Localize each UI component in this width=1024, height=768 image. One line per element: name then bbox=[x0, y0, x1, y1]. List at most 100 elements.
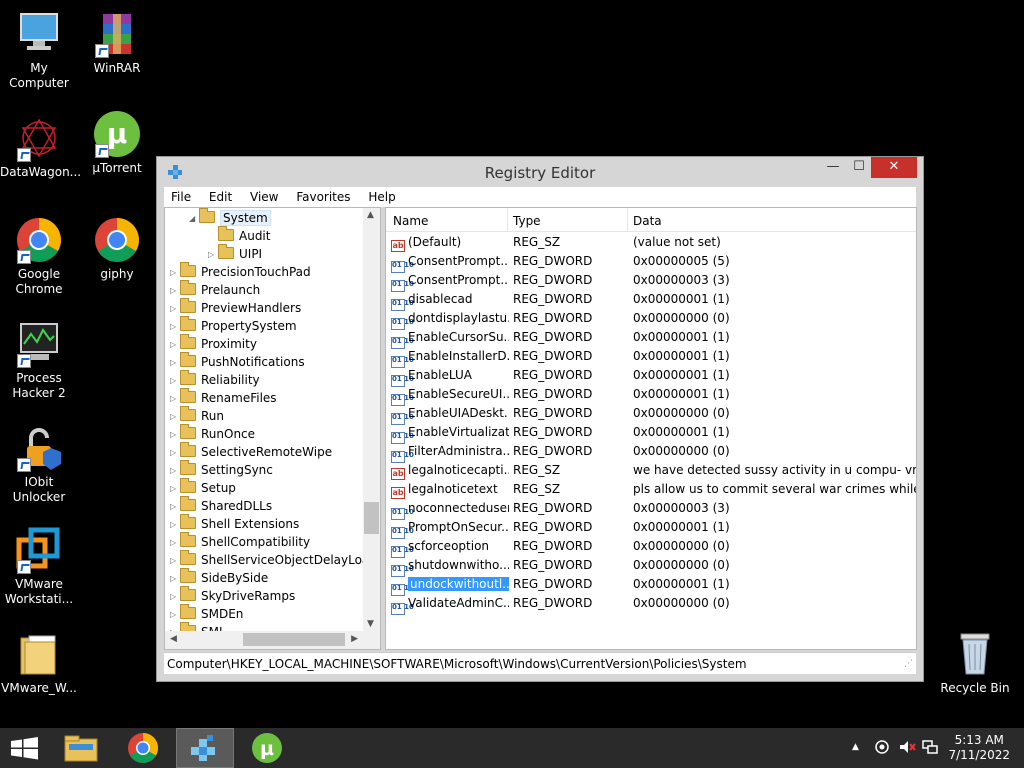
table-row[interactable]: ab (Default) REG_SZ (value not set) bbox=[386, 233, 916, 252]
tree-node-shareddlls[interactable]: ▷ SharedDLLs bbox=[170, 496, 272, 516]
expand-arrow-icon[interactable]: ▷ bbox=[170, 426, 180, 444]
expand-arrow-icon[interactable]: ▷ bbox=[170, 264, 180, 282]
table-row[interactable]: 01 10EnableInstallerD... REG_DWORD 0x00000… bbox=[386, 347, 916, 368]
tree-horizontal-scroll-thumb[interactable] bbox=[243, 633, 345, 646]
expand-arrow-icon[interactable]: ▷ bbox=[170, 390, 180, 408]
taskbar-utorrent[interactable]: µ bbox=[238, 728, 296, 768]
tree-vertical-scrollbar[interactable]: ▲ ▼ bbox=[363, 208, 380, 631]
table-row[interactable]: 01 10PromptOnSecur... REG_DWORD 0x00000001… bbox=[386, 518, 916, 539]
expand-arrow-icon[interactable]: ▷ bbox=[170, 444, 180, 462]
column-header-type[interactable]: Type bbox=[513, 214, 541, 228]
taskbar-chrome[interactable] bbox=[114, 728, 172, 768]
table-row[interactable]: 01 10FilterAdministra... REG_DWORD 0x00000… bbox=[386, 442, 916, 463]
table-row[interactable]: 01 10ConsentPrompt... REG_DWORD 0x00000003… bbox=[386, 271, 916, 292]
menu-help[interactable]: Help bbox=[361, 187, 402, 204]
expand-arrow-icon[interactable]: ▷ bbox=[170, 498, 180, 516]
menu-file[interactable]: File bbox=[164, 187, 198, 204]
taskbar-clock[interactable]: 5:13 AM 7/11/2022 bbox=[948, 733, 1010, 763]
tree-node-setup[interactable]: ▷ Setup bbox=[170, 478, 236, 498]
tree-node-run[interactable]: ▷ Run bbox=[170, 406, 224, 426]
minimize-button[interactable]: — bbox=[821, 157, 845, 178]
tree-node-pushnotifications[interactable]: ▷ PushNotifications bbox=[170, 352, 305, 372]
expand-arrow-icon[interactable]: ▷ bbox=[170, 570, 180, 588]
taskbar-registry-editor[interactable] bbox=[176, 728, 234, 768]
desktop-icon-google-chrome[interactable]: Google Chrome bbox=[0, 216, 78, 297]
expand-arrow-icon[interactable]: ▷ bbox=[170, 336, 180, 354]
menu-view[interactable]: View bbox=[243, 187, 285, 204]
scroll-down-arrow-icon[interactable]: ▼ bbox=[367, 619, 374, 629]
table-row[interactable]: ab legalnoticecapti... REG_SZ we have detec… bbox=[386, 461, 916, 480]
tree-node-renamefiles[interactable]: ▷ RenameFiles bbox=[170, 388, 277, 408]
expand-arrow-icon[interactable]: ▷ bbox=[170, 462, 180, 480]
column-divider[interactable] bbox=[627, 208, 628, 232]
desktop-icon-recycle-bin[interactable]: Recycle Bin bbox=[936, 630, 1014, 696]
resize-grip-icon[interactable]: ⋰ bbox=[904, 659, 913, 669]
desktop-icon-my-computer[interactable]: My Computer bbox=[0, 10, 78, 91]
expand-arrow-icon[interactable]: ▷ bbox=[170, 552, 180, 570]
column-header-data[interactable]: Data bbox=[633, 214, 662, 228]
table-row[interactable]: 01 10shutdownwitho... REG_DWORD 0x00000000… bbox=[386, 556, 916, 577]
scroll-left-arrow-icon[interactable]: ◀ bbox=[170, 634, 177, 644]
desktop-icon-datawagon[interactable]: DataWagon... bbox=[0, 114, 81, 180]
expand-arrow-icon[interactable]: ▷ bbox=[170, 354, 180, 372]
desktop-icon-vmware-workstation[interactable]: VMware Workstati... bbox=[0, 526, 78, 607]
expand-arrow-icon[interactable]: ▷ bbox=[170, 282, 180, 300]
table-row[interactable]: 01 10ConsentPrompt... REG_DWORD 0x00000005… bbox=[386, 252, 916, 273]
title-bar[interactable]: Registry Editor — ☐ ✕ bbox=[157, 157, 923, 187]
tree-node-uipi[interactable]: ▷ UIPI bbox=[208, 244, 262, 264]
expand-arrow-icon[interactable]: ▷ bbox=[170, 516, 180, 534]
column-divider[interactable] bbox=[507, 208, 508, 232]
tree-node-runonce[interactable]: ▷ RunOnce bbox=[170, 424, 255, 444]
table-row[interactable]: ab legalnoticetext REG_SZ pls allow us to c… bbox=[386, 480, 916, 499]
registry-tree[interactable]: ◢ System Audit ▷ UIPI ▷ PrecisionTouchPad ▷ Prel… bbox=[164, 207, 381, 650]
tree-node-system[interactable]: ◢ System bbox=[189, 208, 271, 227]
tree-horizontal-scrollbar[interactable]: ◀ ▶ bbox=[165, 631, 363, 649]
desktop-icon-iobit-unlocker[interactable]: IObit Unlocker bbox=[0, 424, 78, 505]
table-row[interactable]: 01 10scforceoption REG_DWORD 0x00000000 (0… bbox=[386, 537, 916, 558]
menu-favorites[interactable]: Favorites bbox=[289, 187, 357, 204]
tree-node-previewhandlers[interactable]: ▷ PreviewHandlers bbox=[170, 298, 301, 317]
menu-edit[interactable]: Edit bbox=[202, 187, 239, 204]
tree-node-precisiontouchpad[interactable]: ▷ PrecisionTouchPad bbox=[170, 262, 311, 282]
expand-arrow-icon[interactable]: ▷ bbox=[208, 246, 218, 264]
table-row[interactable]: 01 10dontdisplaylastu... REG_DWORD 0x00000… bbox=[386, 309, 916, 330]
values-list[interactable]: Name Type Data ab (Default) REG_SZ (value n… bbox=[385, 207, 917, 650]
tree-node-shell-extensions[interactable]: ▷ Shell Extensions bbox=[170, 514, 299, 534]
expand-arrow-icon[interactable]: ▷ bbox=[170, 534, 180, 552]
tree-node-selectiveremotewipe[interactable]: ▷ SelectiveRemoteWipe bbox=[170, 442, 332, 462]
tree-node-prelaunch[interactable]: ▷ Prelaunch bbox=[170, 280, 260, 300]
desktop-icon-process-hacker[interactable]: Process Hacker 2 bbox=[0, 320, 78, 401]
tree-vertical-scroll-thumb[interactable] bbox=[364, 502, 379, 534]
tree-node-skydriveramps[interactable]: ▷ SkyDriveRamps bbox=[170, 586, 295, 606]
scroll-right-arrow-icon[interactable]: ▶ bbox=[351, 634, 358, 644]
table-row[interactable]: 01 10ValidateAdminC... REG_DWORD 0x0000000… bbox=[386, 594, 916, 615]
start-button[interactable] bbox=[0, 728, 58, 768]
tree-node-shellserviceobjectdelayload[interactable]: ▷ ShellServiceObjectDelayLoad bbox=[170, 550, 377, 570]
taskbar-file-explorer[interactable] bbox=[52, 728, 110, 768]
tree-node-propertysystem[interactable]: ▷ PropertySystem bbox=[170, 316, 297, 336]
tree-node-shellcompatibility[interactable]: ▷ ShellCompatibility bbox=[170, 532, 310, 552]
tree-node-smden[interactable]: ▷ SMDEn bbox=[170, 604, 243, 624]
table-row[interactable]: 01 10disablecad REG_DWORD 0x00000001 (1) bbox=[386, 290, 916, 311]
tree-node-sidebyside[interactable]: ▷ SideBySide bbox=[170, 568, 268, 588]
column-header-name[interactable]: Name bbox=[393, 214, 428, 228]
close-button[interactable]: ✕ bbox=[871, 157, 917, 178]
show-hidden-icons-chevron-icon[interactable]: ▲ bbox=[852, 742, 859, 752]
table-row[interactable]: 01 10undockwithoutl... REG_DWORD 0x0000000… bbox=[386, 575, 916, 596]
tree-node-settingsync[interactable]: ▷ SettingSync bbox=[170, 460, 273, 480]
desktop-icon-utorrent[interactable]: µ µTorrent bbox=[78, 110, 156, 176]
tree-node-audit[interactable]: Audit bbox=[208, 226, 270, 245]
expand-arrow-icon[interactable]: ▷ bbox=[170, 318, 180, 336]
expand-arrow-icon[interactable]: ▷ bbox=[170, 408, 180, 426]
table-row[interactable]: 01 10EnableSecureUI... REG_DWORD 0x0000000… bbox=[386, 385, 916, 406]
table-row[interactable]: 01 10EnableCursorSu... REG_DWORD 0x0000000… bbox=[386, 328, 916, 349]
expand-arrow-icon[interactable]: ▷ bbox=[170, 606, 180, 624]
desktop-icon-winrar[interactable]: WinRAR bbox=[78, 10, 156, 76]
expand-arrow-icon[interactable]: ▷ bbox=[170, 372, 180, 390]
table-row[interactable]: 01 10EnableUIADeskt... REG_DWORD 0x0000000… bbox=[386, 404, 916, 425]
expand-arrow-icon[interactable]: ▷ bbox=[170, 480, 180, 498]
table-row[interactable]: 01 10EnableLUA REG_DWORD 0x00000001 (1) bbox=[386, 366, 916, 387]
table-row[interactable]: 01 10noconnecteduser REG_DWORD 0x00000003 … bbox=[386, 499, 916, 520]
scroll-up-arrow-icon[interactable]: ▲ bbox=[367, 210, 374, 220]
expand-arrow-icon[interactable]: ▷ bbox=[170, 588, 180, 606]
